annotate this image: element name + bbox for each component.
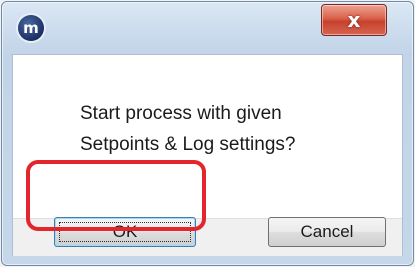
ok-button[interactable]: OK	[54, 217, 196, 247]
message-line-1: Start process with given	[80, 103, 282, 124]
cancel-button[interactable]: Cancel	[268, 217, 386, 247]
close-button[interactable]: x	[321, 4, 387, 36]
message-line-2: Setpoints & Log settings?	[80, 134, 296, 155]
close-icon: x	[347, 8, 361, 32]
dialog-content: Start process with given Setpoints & Log…	[12, 54, 403, 256]
dialog-window: m x Start process with given Setpoints &…	[1, 1, 414, 266]
cancel-button-label: Cancel	[300, 222, 354, 241]
focus-rectangle	[59, 222, 191, 242]
app-logo-icon: m	[18, 15, 44, 41]
title-bar[interactable]: m x	[2, 2, 413, 54]
dialog-message: Start process with given Setpoints & Log…	[80, 98, 380, 160]
button-bar: OK Cancel	[13, 217, 402, 256]
